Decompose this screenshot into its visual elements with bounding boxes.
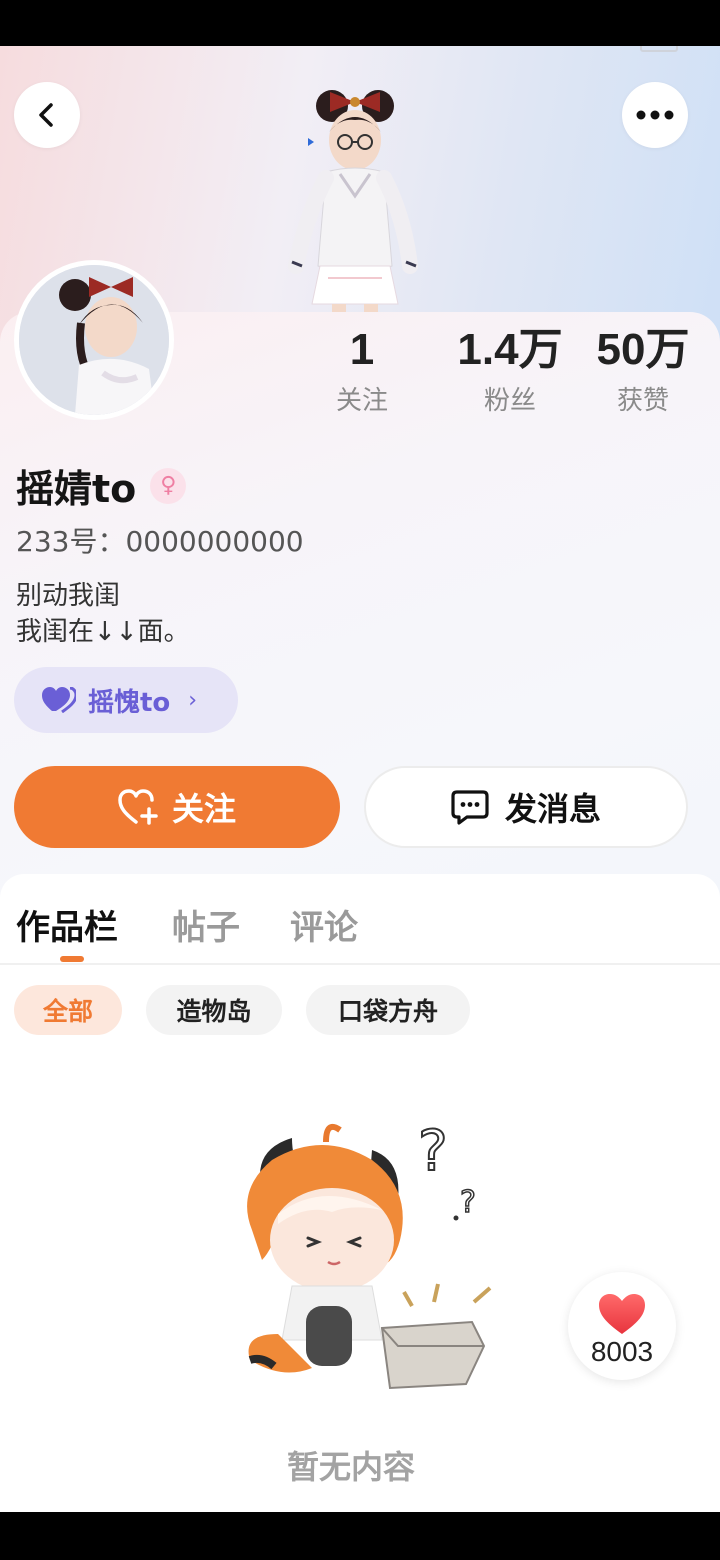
tab-posts[interactable]: 帖子	[172, 900, 240, 949]
filter-chip-creation-island[interactable]: 造物岛	[146, 985, 282, 1035]
heart-pair-icon	[42, 687, 76, 713]
stat-fans-label: 粉丝	[483, 386, 536, 416]
relation-tag-label: 摇愧to	[88, 687, 171, 718]
stat-following-label: 关注	[335, 386, 388, 416]
female-gender-icon: ♀	[150, 467, 187, 504]
follow-button[interactable]: 关注	[14, 766, 340, 848]
system-top-bar	[0, 0, 720, 46]
tab-comments[interactable]: 评论	[290, 900, 358, 949]
filter-chip-pocket-ark[interactable]: 口袋方舟	[306, 985, 470, 1035]
stat-likes[interactable]: 50万 获赞	[573, 324, 713, 417]
chat-bubble-icon	[451, 790, 489, 825]
chevron-right-icon: ›	[188, 687, 198, 713]
like-count: 8003	[590, 1336, 654, 1367]
works-section: 作品栏 帖子 评论 全部 造物岛 口袋方舟 ? ? 暂无内容	[0, 874, 720, 1512]
back-button[interactable]	[14, 82, 80, 148]
username: 摇婧to	[16, 467, 137, 511]
follow-button-label: 关注	[171, 790, 236, 828]
battery-icon	[640, 46, 678, 52]
empty-state-text: 暂无内容	[286, 1448, 415, 1486]
character-figure-image	[288, 90, 418, 334]
more-options-button[interactable]	[622, 82, 688, 148]
username-row: 摇婧to ♀	[16, 458, 187, 513]
stat-following[interactable]: 1 关注	[292, 324, 432, 417]
svg-text:?: ?	[460, 1185, 476, 1220]
more-dots-icon	[636, 110, 674, 120]
stat-likes-value: 50万	[596, 325, 690, 374]
relation-tag-button[interactable]: 摇愧to ›	[14, 667, 238, 733]
stat-fans-value: 1.4万	[457, 325, 563, 374]
tab-divider	[0, 963, 720, 965]
heart-icon	[599, 1294, 645, 1334]
chevron-left-icon	[39, 103, 53, 127]
empty-state-illustration: ? ?	[247, 1120, 492, 1390]
bio: 别动我闺 我闺在↓↓面。	[16, 581, 190, 647]
send-message-button[interactable]: 发消息	[364, 766, 688, 848]
tab-active-indicator	[60, 956, 84, 962]
filter-chip-all[interactable]: 全部	[14, 985, 122, 1035]
stat-following-value: 1	[349, 325, 375, 374]
avatar-image	[19, 265, 169, 415]
send-message-label: 发消息	[504, 790, 601, 828]
tab-works[interactable]: 作品栏	[16, 900, 118, 949]
floating-like-button[interactable]: 8003	[568, 1272, 676, 1380]
stat-likes-label: 获赞	[616, 386, 669, 416]
system-bottom-bar	[0, 1512, 720, 1560]
heart-plus-icon	[118, 789, 158, 825]
avatar[interactable]	[14, 260, 174, 420]
stat-fans[interactable]: 1.4万 粉丝	[440, 324, 580, 417]
account-id[interactable]: 233号：0000000000	[16, 520, 304, 560]
svg-text:?: ?	[418, 1120, 448, 1184]
